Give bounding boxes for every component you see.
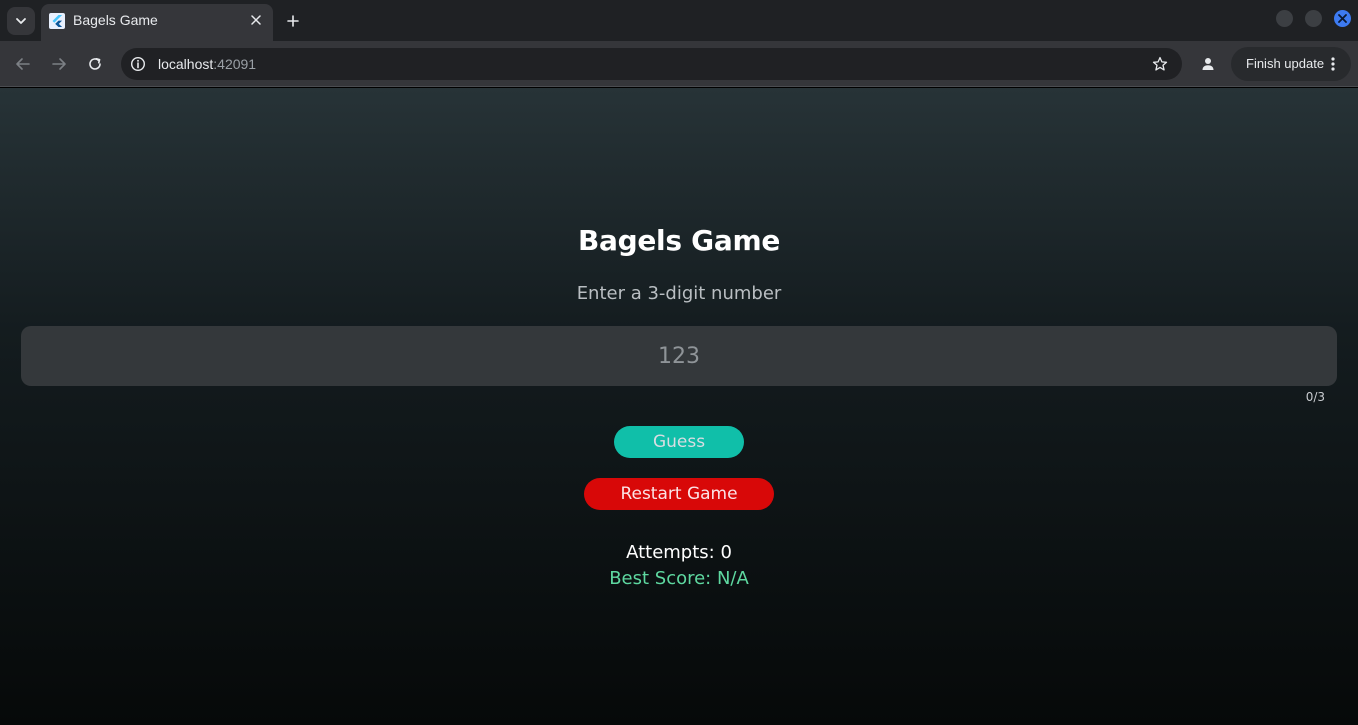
- tab-title: Bagels Game: [73, 12, 158, 28]
- new-tab-button[interactable]: [280, 8, 306, 34]
- tab-close-icon[interactable]: [247, 11, 265, 29]
- attempts-count: Attempts: 0: [626, 542, 732, 563]
- finish-update-label: Finish update: [1246, 56, 1325, 71]
- reload-button[interactable]: [83, 52, 107, 76]
- url-port: :42091: [213, 56, 257, 72]
- tab-search-button[interactable]: [7, 7, 35, 35]
- plus-icon: [287, 15, 299, 27]
- guess-button[interactable]: Guess: [614, 426, 744, 458]
- site-info-icon[interactable]: [130, 56, 146, 72]
- browser-tab-active[interactable]: Bagels Game: [41, 4, 273, 41]
- url-host: localhost: [158, 56, 214, 72]
- arrow-left-icon: [16, 58, 30, 70]
- window-maximize-button[interactable]: [1305, 10, 1322, 27]
- restart-button-label: Restart Game: [620, 484, 738, 504]
- browser-toolbar: localhost:42091 Finish update: [0, 41, 1358, 87]
- game-title: Bagels Game: [577, 224, 781, 257]
- guess-input[interactable]: [21, 326, 1337, 386]
- character-counter: 0/3: [1305, 390, 1325, 404]
- address-url: localhost:42091: [158, 56, 256, 72]
- more-vert-icon[interactable]: [1323, 54, 1343, 74]
- forward-button[interactable]: [47, 52, 71, 76]
- reload-icon: [89, 58, 101, 70]
- window-minimize-button[interactable]: [1276, 10, 1293, 27]
- page-viewport: Bagels Game Enter a 3-digit number 0/3 G…: [0, 88, 1358, 725]
- best-score: Best Score: N/A: [609, 568, 749, 589]
- chevron-down-icon: [16, 18, 26, 24]
- arrow-right-icon: [52, 58, 66, 70]
- instruction-text: Enter a 3-digit number: [576, 283, 782, 304]
- person-icon: [1202, 58, 1214, 70]
- window-close-button[interactable]: [1334, 10, 1351, 27]
- back-button[interactable]: [11, 52, 35, 76]
- finish-update-button[interactable]: Finish update: [1231, 47, 1351, 81]
- browser-tabstrip: Bagels Game: [0, 0, 1358, 41]
- restart-game-button[interactable]: Restart Game: [584, 478, 774, 510]
- profile-button[interactable]: [1196, 52, 1220, 76]
- bookmark-star-icon[interactable]: [1150, 54, 1170, 74]
- guess-button-label: Guess: [652, 432, 706, 452]
- address-bar[interactable]: localhost:42091: [121, 48, 1182, 80]
- close-icon: [1338, 14, 1347, 23]
- flutter-favicon-icon: [49, 13, 65, 29]
